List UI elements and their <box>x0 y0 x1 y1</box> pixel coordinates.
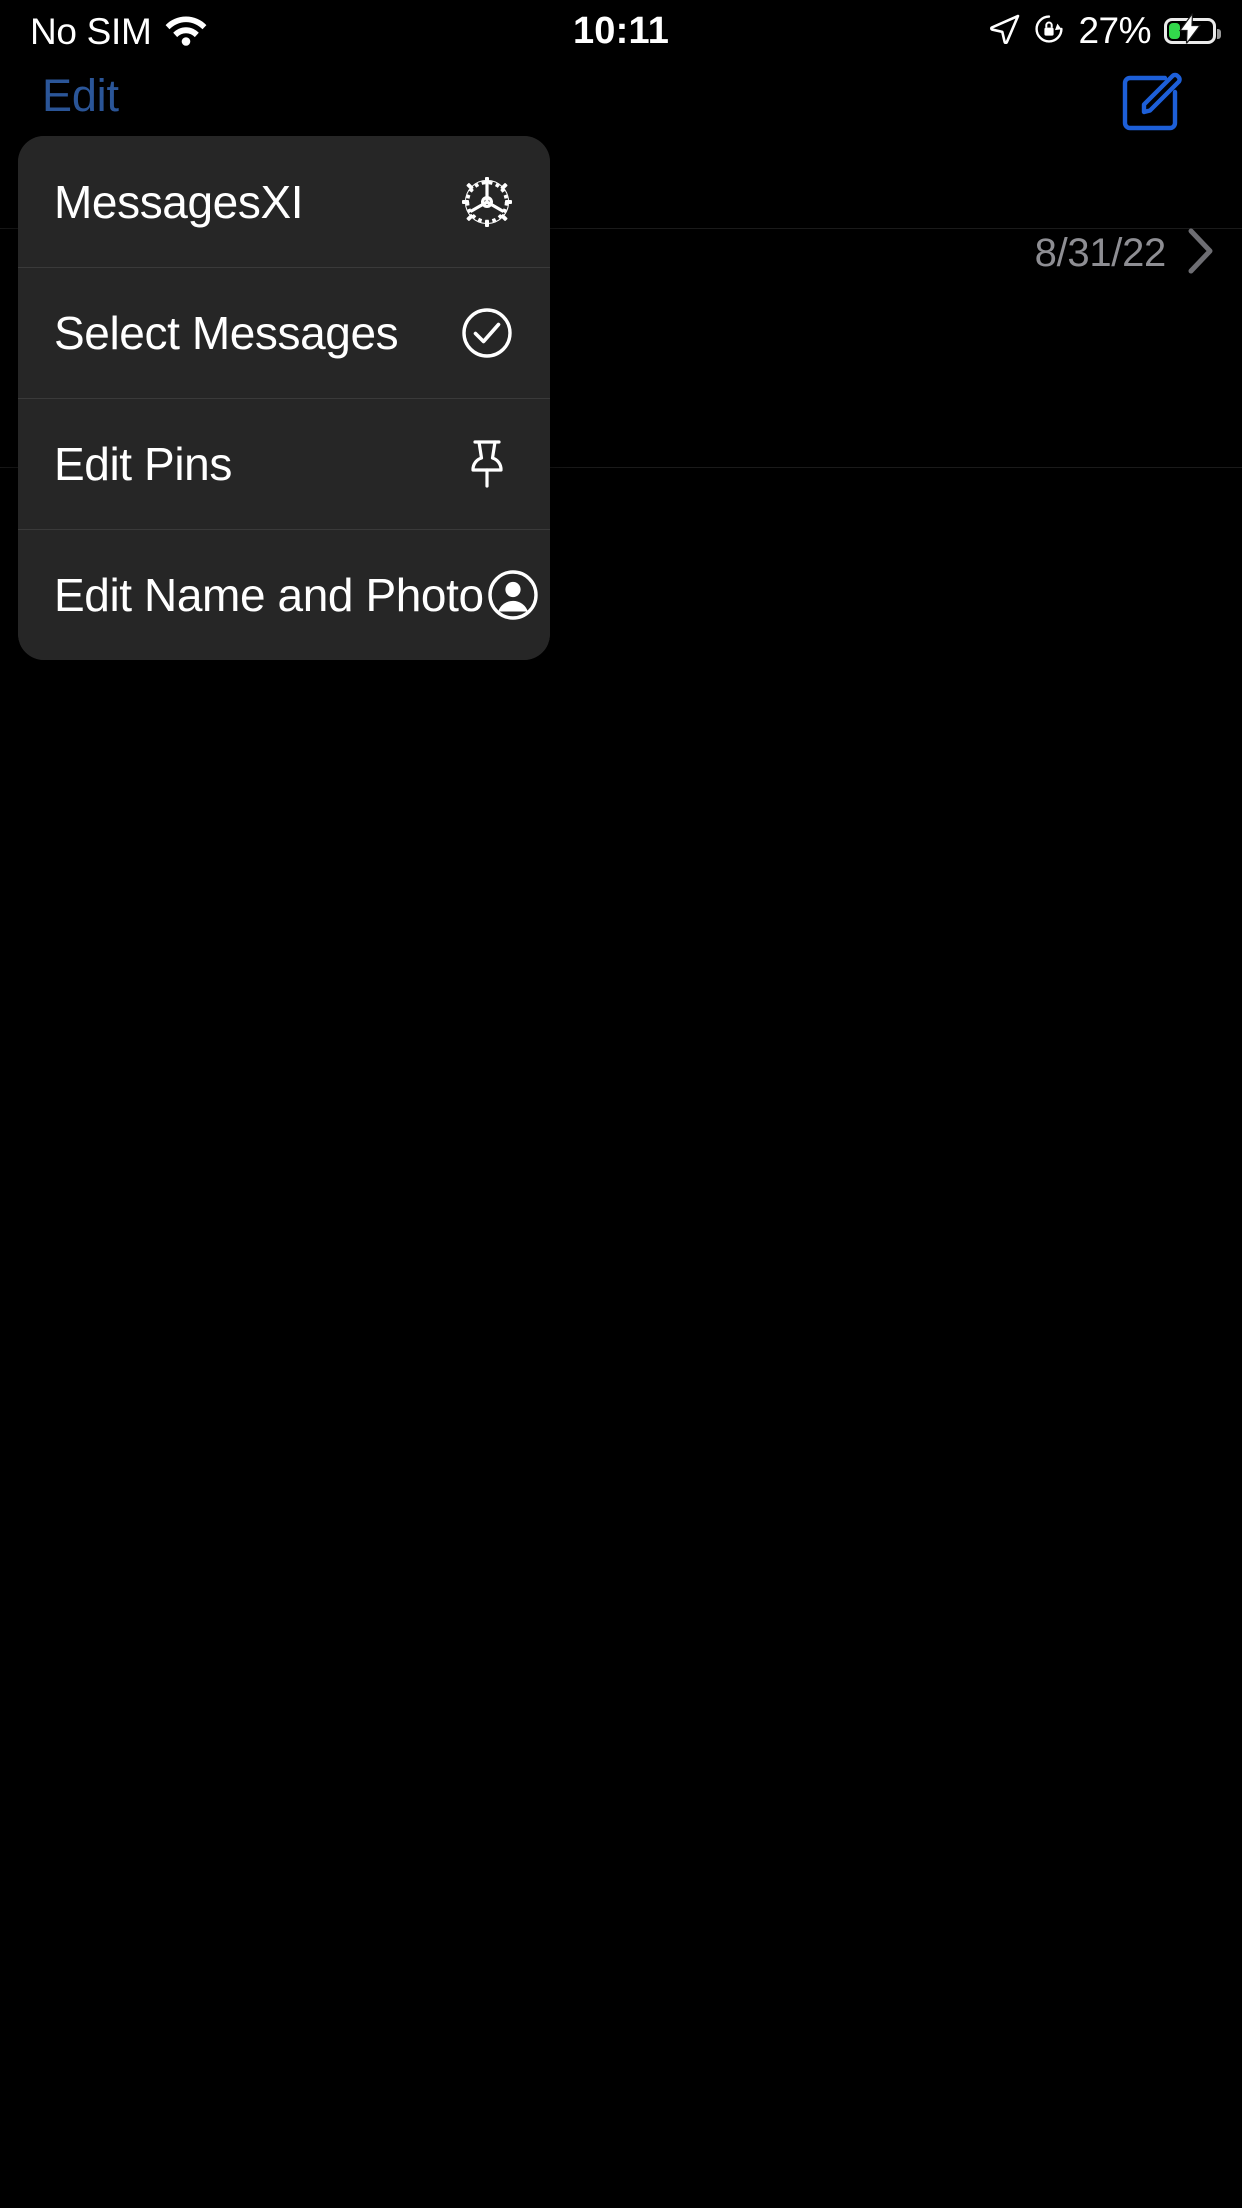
battery-icon <box>1164 11 1221 46</box>
rotation-lock-icon <box>1033 13 1065 50</box>
context-menu-item-messagesxi[interactable]: MessagesXI <box>18 136 550 267</box>
status-bar-right: 27% <box>990 0 1221 62</box>
context-menu-item-label: Edit Pins <box>54 438 232 490</box>
pin-icon <box>458 435 516 493</box>
navigation-bar: Edit <box>0 62 1242 140</box>
gear-icon <box>458 173 516 231</box>
conversation-date: 8/31/22 <box>1034 231 1167 275</box>
battery-percentage-label: 27% <box>1078 10 1151 51</box>
edit-button[interactable]: Edit <box>42 70 119 122</box>
charging-bolt-icon <box>1178 11 1202 49</box>
status-bar: No SIM 10:11 27% <box>0 0 1242 62</box>
context-menu-item-label: MessagesXI <box>54 175 304 228</box>
location-arrow-icon <box>990 14 1020 49</box>
checkmark-circle-icon <box>458 304 516 362</box>
clock-label: 10:11 <box>572 9 670 52</box>
phone-screen: No SIM 10:11 27% Edit 8/31/22 MessagesXI… <box>0 0 1242 2208</box>
person-circle-icon <box>484 566 542 624</box>
context-menu-item-label: Select Messages <box>54 307 399 359</box>
context-menu-item-edit-name-and-photo[interactable]: Edit Name and Photo <box>18 529 550 660</box>
context-menu-item-edit-pins[interactable]: Edit Pins <box>18 398 550 529</box>
context-menu: MessagesXI Select Messages Edit Pins Edi… <box>18 136 550 660</box>
conversation-meta: 8/31/22 <box>1035 228 1214 279</box>
chevron-right-icon[interactable] <box>1188 228 1214 279</box>
context-menu-item-label: Edit Name and Photo <box>54 569 484 621</box>
compose-icon[interactable] <box>1120 72 1184 134</box>
context-menu-item-select-messages[interactable]: Select Messages <box>18 267 550 398</box>
